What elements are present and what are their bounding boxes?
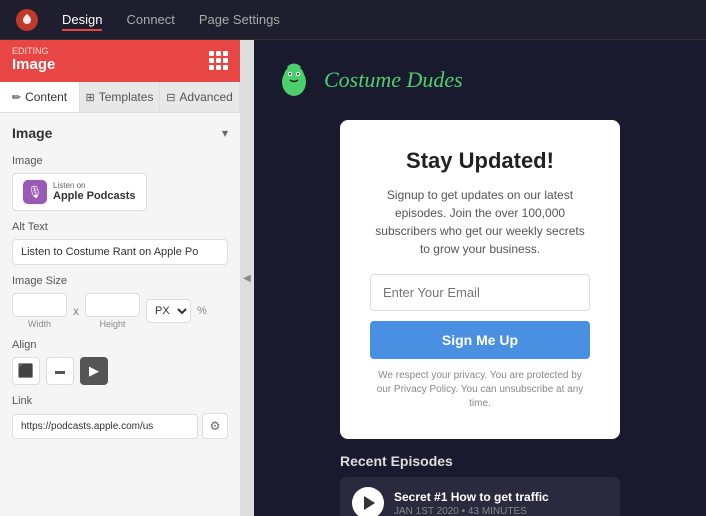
podcast-text: Listen on Apple Podcasts	[53, 181, 136, 204]
email-input[interactable]	[370, 274, 590, 311]
width-input[interactable]	[12, 293, 67, 317]
image-field-label: Image	[12, 155, 228, 167]
editing-header: EDITING Image	[0, 40, 240, 82]
width-label: Width	[28, 319, 51, 329]
recent-title: Recent Episodes	[340, 453, 620, 469]
unit-select[interactable]: PX	[146, 299, 191, 323]
brand-label: Apple Podcasts	[53, 190, 136, 203]
grid-icon[interactable]	[209, 51, 228, 70]
tab-templates-label: Templates	[99, 90, 154, 104]
width-wrap: Width	[12, 293, 67, 329]
size-row: Width x Height PX %	[12, 293, 228, 329]
signup-desc: Signup to get updates on our latest epis…	[370, 186, 590, 258]
joker-logo	[274, 60, 314, 100]
content-icon: ✏	[12, 91, 21, 104]
episode-card: Secret #1 How to get traffic JAN 1ST 202…	[340, 477, 620, 516]
collapse-handle[interactable]: ◀	[240, 40, 254, 516]
app-logo	[16, 9, 38, 31]
main-area: EDITING Image ✏ Content ⊞ Templates ⊟ Ad…	[0, 40, 706, 516]
tab-advanced[interactable]: ⊟ Advanced	[160, 82, 240, 112]
editing-label: EDITING	[12, 46, 55, 56]
play-icon	[364, 496, 375, 510]
podcast-badge: 🎙 Listen on Apple Podcasts	[23, 180, 136, 204]
site-title: Costume Dudes	[324, 67, 463, 93]
alt-text-label: Alt Text	[12, 221, 228, 233]
image-size-label: Image Size	[12, 275, 228, 287]
nav-page-settings[interactable]: Page Settings	[199, 8, 280, 31]
templates-icon: ⊞	[86, 91, 95, 104]
section-title: Image	[12, 125, 52, 141]
episode-info: Secret #1 How to get traffic JAN 1ST 202…	[394, 490, 549, 516]
alt-text-input[interactable]	[12, 239, 228, 265]
episode-meta: JAN 1ST 2020 • 43 MINUTES	[394, 506, 549, 516]
height-input[interactable]	[85, 293, 140, 317]
x-separator: x	[73, 304, 79, 318]
privacy-text: We respect your privacy. You are protect…	[370, 369, 590, 411]
tab-templates[interactable]: ⊞ Templates	[80, 82, 160, 112]
align-left-btn[interactable]: ⬛	[12, 357, 40, 385]
episode-title: Secret #1 How to get traffic	[394, 490, 549, 504]
panel-content: Image ▾ Image 🎙 Listen on Apple Podcasts…	[0, 113, 240, 516]
tab-bar: ✏ Content ⊞ Templates ⊟ Advanced	[0, 82, 240, 113]
logo-area: Costume Dudes	[274, 60, 463, 100]
nav-connect[interactable]: Connect	[126, 8, 174, 31]
signup-button[interactable]: Sign Me Up	[370, 321, 590, 359]
left-panel: EDITING Image ✏ Content ⊞ Templates ⊟ Ad…	[0, 40, 240, 516]
link-label: Link	[12, 395, 228, 407]
section-header[interactable]: Image ▾	[12, 125, 228, 141]
align-row: ⬛ ▬ ▶	[12, 357, 228, 385]
tab-content-label: Content	[25, 90, 67, 104]
align-right-btn[interactable]: ▶	[80, 357, 108, 385]
percent-label: %	[197, 305, 207, 317]
gear-icon[interactable]: ⚙	[202, 413, 228, 439]
nav-design[interactable]: Design	[62, 8, 102, 31]
podcast-icon: 🎙	[23, 180, 47, 204]
advanced-icon: ⊟	[166, 91, 175, 104]
listen-label: Listen on	[53, 181, 136, 191]
right-panel: Costume Dudes Stay Updated! Signup to ge…	[254, 40, 706, 516]
align-center-btn[interactable]: ▬	[46, 357, 74, 385]
link-row: ⚙	[12, 413, 228, 439]
signup-box: Stay Updated! Signup to get updates on o…	[340, 120, 620, 439]
chevron-icon: ▾	[222, 126, 228, 140]
editing-title: Image	[12, 56, 55, 73]
align-label: Align	[12, 339, 228, 351]
link-input[interactable]	[12, 414, 198, 439]
height-wrap: Height	[85, 293, 140, 329]
image-preview[interactable]: 🎙 Listen on Apple Podcasts	[12, 173, 147, 211]
page-content: Costume Dudes Stay Updated! Signup to ge…	[254, 40, 706, 516]
tab-advanced-label: Advanced	[179, 90, 232, 104]
tab-content[interactable]: ✏ Content	[0, 82, 80, 112]
height-label: Height	[99, 319, 125, 329]
top-nav: Design Connect Page Settings	[0, 0, 706, 40]
play-button[interactable]	[352, 487, 384, 516]
signup-title: Stay Updated!	[370, 148, 590, 174]
recent-section: Recent Episodes Secret #1 How to get tra…	[340, 453, 620, 516]
